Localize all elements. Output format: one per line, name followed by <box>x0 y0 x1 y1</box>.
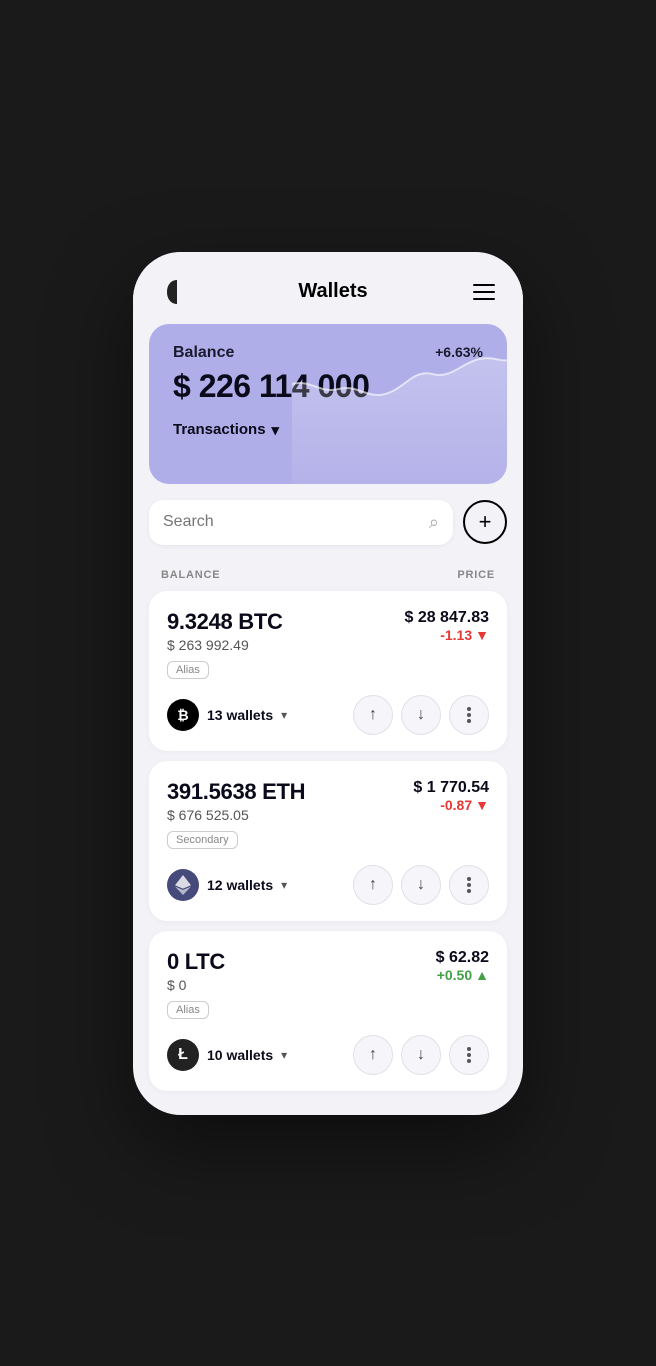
search-icon: ⌕ <box>429 512 439 533</box>
balance-column-header: BALANCE <box>161 569 220 581</box>
search-input[interactable] <box>163 513 421 531</box>
btc-change-arrow: ▼ <box>475 627 489 643</box>
ltc-expand-icon: ▾ <box>281 1048 287 1062</box>
eth-action-buttons: ↑ ↓ <box>353 865 489 905</box>
ltc-usd-value: $ 0 <box>167 977 225 993</box>
ltc-wallet-count: 10 wallets <box>207 1047 273 1063</box>
table-header: BALANCE PRICE <box>133 561 523 591</box>
ltc-more-button[interactable] <box>449 1035 489 1075</box>
eth-logo-icon <box>167 869 199 901</box>
ltc-card: 0 LTC $ 0 $ 62.82 +0.50 ▲ Alias Ł <box>149 931 507 1091</box>
ltc-price: $ 62.82 <box>436 949 489 967</box>
ltc-price-change: +0.50 ▲ <box>436 967 489 983</box>
phone-frame: Wallets Balance +6.63% $ 226 114 000 Tra… <box>133 252 523 1115</box>
ltc-logo-icon: Ł <box>167 1039 199 1071</box>
eth-card: 391.5638 ETH $ 676 525.05 $ 1 770.54 -0.… <box>149 761 507 921</box>
eth-secondary-tag: Secondary <box>167 831 238 849</box>
header-title: Wallets <box>298 280 367 303</box>
btc-card: 9.3248 BTC $ 263 992.49 $ 28 847.83 -1.1… <box>149 591 507 751</box>
ltc-receive-button[interactable]: ↓ <box>401 1035 441 1075</box>
add-wallet-button[interactable]: + <box>463 500 507 544</box>
btc-usd-value: $ 263 992.49 <box>167 637 283 653</box>
price-column-header: PRICE <box>457 569 495 581</box>
eth-wallet-count: 12 wallets <box>207 877 273 893</box>
ltc-change-arrow: ▲ <box>475 967 489 983</box>
btc-price: $ 28 847.83 <box>404 609 489 627</box>
eth-wallet-info[interactable]: 12 wallets ▾ <box>167 869 287 901</box>
balance-label: Balance <box>173 344 234 362</box>
chevron-down-icon: ▾ <box>272 421 280 439</box>
ltc-send-button[interactable]: ↑ <box>353 1035 393 1075</box>
btc-price-change: -1.13 ▼ <box>404 627 489 643</box>
btc-receive-button[interactable]: ↓ <box>401 695 441 735</box>
eth-price-change: -0.87 ▼ <box>413 797 489 813</box>
menu-button[interactable] <box>473 284 495 300</box>
ltc-amount: 0 LTC <box>167 949 225 975</box>
eth-more-button[interactable] <box>449 865 489 905</box>
eth-expand-icon: ▾ <box>281 878 287 892</box>
search-row: ⌕ + <box>133 500 523 561</box>
app-logo-icon <box>161 276 193 308</box>
btc-alias-tag: Alias <box>167 661 209 679</box>
eth-amount: 391.5638 ETH <box>167 779 305 805</box>
btc-amount: 9.3248 BTC <box>167 609 283 635</box>
ltc-alias-tag: Alias <box>167 1001 209 1019</box>
eth-usd-value: $ 676 525.05 <box>167 807 305 823</box>
btc-action-buttons: ↑ ↓ <box>353 695 489 735</box>
eth-send-button[interactable]: ↑ <box>353 865 393 905</box>
coins-list: 9.3248 BTC $ 263 992.49 $ 28 847.83 -1.1… <box>133 591 523 1115</box>
header: Wallets <box>133 252 523 324</box>
eth-change-arrow: ▼ <box>475 797 489 813</box>
eth-price: $ 1 770.54 <box>413 779 489 797</box>
balance-change: +6.63% <box>435 344 483 360</box>
btc-send-button[interactable]: ↑ <box>353 695 393 735</box>
btc-wallet-info[interactable]: ₿ 13 wallets ▾ <box>167 699 287 731</box>
btc-wallet-count: 13 wallets <box>207 707 273 723</box>
transactions-button[interactable]: Transactions ▾ <box>173 421 279 455</box>
btc-expand-icon: ▾ <box>281 708 287 722</box>
search-box: ⌕ <box>149 500 453 545</box>
eth-receive-button[interactable]: ↓ <box>401 865 441 905</box>
ltc-wallet-info[interactable]: Ł 10 wallets ▾ <box>167 1039 287 1071</box>
btc-logo-icon: ₿ <box>167 699 199 731</box>
ltc-action-buttons: ↑ ↓ <box>353 1035 489 1075</box>
btc-more-button[interactable] <box>449 695 489 735</box>
balance-amount: $ 226 114 000 <box>173 368 483 405</box>
balance-card: Balance +6.63% $ 226 114 000 Transaction… <box>149 324 507 484</box>
